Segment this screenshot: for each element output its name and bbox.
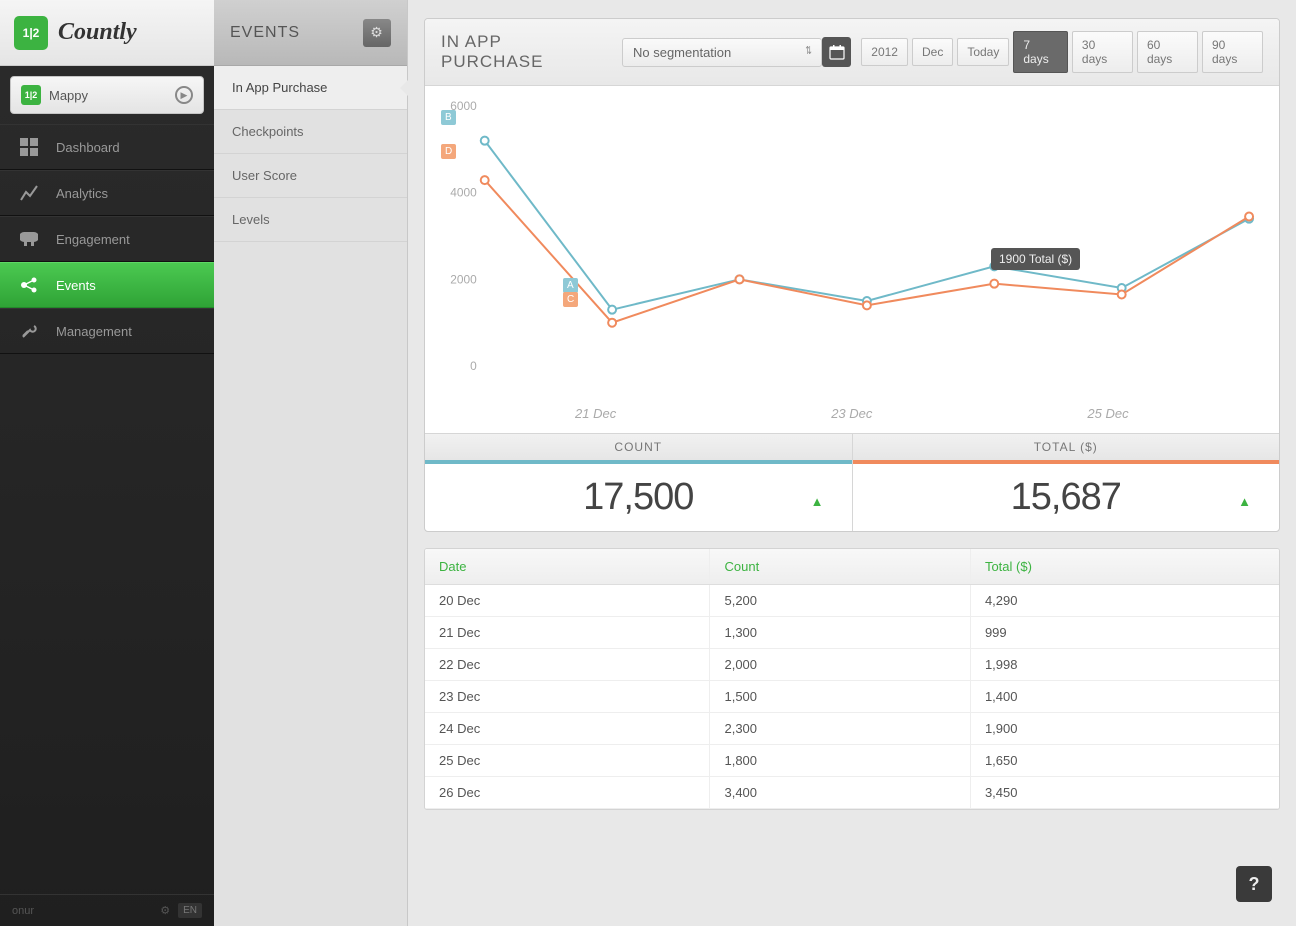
stat-count[interactable]: COUNT 17,500 ▲: [425, 434, 853, 531]
events-title: EVENTS: [230, 24, 300, 42]
trend-up-icon: ▲: [1238, 494, 1251, 509]
main-nav: Dashboard Analytics Engagement Events Ma…: [0, 124, 214, 354]
stat-total-value: 15,687: [853, 464, 1280, 531]
event-item-user-score[interactable]: User Score: [214, 154, 407, 198]
dashboard-icon: [18, 138, 40, 156]
nav-label: Management: [56, 324, 132, 339]
chart-flag-a: A: [563, 278, 578, 293]
stat-count-value: 17,500: [425, 464, 852, 531]
main-content: IN APP PURCHASE No segmentation 2012 Dec…: [408, 0, 1296, 926]
events-icon: [18, 276, 40, 294]
stat-total-label: TOTAL ($): [853, 434, 1280, 460]
analytics-icon: [18, 184, 40, 202]
events-sidebar: EVENTS ⚙ In App Purchase Checkpoints Use…: [214, 0, 408, 926]
line-chart: 0200040006000: [445, 96, 1259, 376]
col-date[interactable]: Date: [425, 549, 710, 585]
brand-name: Countly: [58, 19, 137, 46]
col-total[interactable]: Total ($): [970, 549, 1279, 585]
data-table-panel: Date Count Total ($) 20 Dec5,2004,29021 …: [424, 548, 1280, 810]
nav-label: Dashboard: [56, 140, 120, 155]
chart-area: B D A C 0200040006000 1900 Total ($): [425, 86, 1279, 406]
date-controls: 2012 Dec Today 7 days 30 days 60 days 90…: [822, 31, 1263, 73]
app-selector[interactable]: 1|2 Mappy ▶: [10, 76, 204, 114]
stat-count-label: COUNT: [425, 434, 852, 460]
range-30-days[interactable]: 30 days: [1072, 31, 1133, 73]
stat-total[interactable]: TOTAL ($) 15,687 ▲: [853, 434, 1280, 531]
nav-item-engagement[interactable]: Engagement: [0, 216, 214, 262]
chart-panel: IN APP PURCHASE No segmentation 2012 Dec…: [424, 18, 1280, 532]
table-row[interactable]: 23 Dec1,5001,400: [425, 681, 1279, 713]
engagement-icon: [18, 230, 40, 248]
brand-icon: 1|2: [14, 16, 48, 50]
range-60-days[interactable]: 60 days: [1137, 31, 1198, 73]
nav-item-events[interactable]: Events: [0, 262, 214, 308]
play-icon: ▶: [175, 86, 193, 104]
chart-panel-header: IN APP PURCHASE No segmentation 2012 Dec…: [425, 19, 1279, 86]
page-title: IN APP PURCHASE: [441, 32, 608, 72]
segmentation-select[interactable]: No segmentation: [622, 38, 822, 67]
nav-label: Engagement: [56, 232, 130, 247]
date-part-month[interactable]: Dec: [912, 38, 953, 66]
management-icon: [18, 322, 40, 340]
col-count[interactable]: Count: [710, 549, 970, 585]
sidebar-footer: onur ⚙ EN: [0, 894, 214, 926]
table-row[interactable]: 22 Dec2,0001,998: [425, 649, 1279, 681]
nav-label: Events: [56, 278, 96, 293]
range-90-days[interactable]: 90 days: [1202, 31, 1263, 73]
table-row[interactable]: 21 Dec1,300999: [425, 617, 1279, 649]
svg-text:0: 0: [470, 359, 477, 373]
chart-flag-c: C: [563, 292, 578, 307]
help-button[interactable]: ?: [1236, 866, 1272, 902]
chart-x-labels: 21 Dec 23 Dec 25 Dec: [425, 406, 1279, 433]
app-icon: 1|2: [21, 85, 41, 105]
table-row[interactable]: 24 Dec2,3001,900: [425, 713, 1279, 745]
current-user[interactable]: onur: [12, 905, 34, 917]
svg-text:2000: 2000: [450, 272, 477, 286]
chart-flag-d: D: [441, 144, 456, 159]
svg-text:4000: 4000: [450, 186, 477, 200]
gear-icon[interactable]: ⚙: [160, 904, 170, 917]
language-toggle[interactable]: EN: [178, 903, 202, 918]
nav-item-management[interactable]: Management: [0, 308, 214, 354]
event-item-levels[interactable]: Levels: [214, 198, 407, 242]
chart-tooltip: 1900 Total ($): [991, 248, 1080, 270]
event-item-checkpoints[interactable]: Checkpoints: [214, 110, 407, 154]
date-part-year[interactable]: 2012: [861, 38, 908, 66]
trend-up-icon: ▲: [811, 494, 824, 509]
nav-item-dashboard[interactable]: Dashboard: [0, 124, 214, 170]
table-row[interactable]: 25 Dec1,8001,650: [425, 745, 1279, 777]
app-name: Mappy: [49, 88, 88, 103]
table-row[interactable]: 26 Dec3,4003,450: [425, 777, 1279, 809]
table-row[interactable]: 20 Dec5,2004,290: [425, 585, 1279, 617]
event-item-in-app-purchase[interactable]: In App Purchase: [214, 66, 407, 110]
events-list: In App Purchase Checkpoints User Score L…: [214, 66, 407, 242]
date-part-today[interactable]: Today: [957, 38, 1009, 66]
data-table: Date Count Total ($) 20 Dec5,2004,29021 …: [425, 549, 1279, 809]
events-header: EVENTS ⚙: [214, 0, 407, 66]
events-settings-button[interactable]: ⚙: [363, 19, 391, 47]
chart-flag-b: B: [441, 110, 456, 125]
stats-row: COUNT 17,500 ▲ TOTAL ($) 15,687 ▲: [425, 433, 1279, 531]
nav-label: Analytics: [56, 186, 108, 201]
logo-bar: 1|2 Countly: [0, 0, 214, 66]
calendar-icon[interactable]: [822, 37, 851, 67]
range-7-days[interactable]: 7 days: [1013, 31, 1068, 73]
primary-sidebar: 1|2 Countly 1|2 Mappy ▶ Dashboard Analyt…: [0, 0, 214, 926]
nav-item-analytics[interactable]: Analytics: [0, 170, 214, 216]
